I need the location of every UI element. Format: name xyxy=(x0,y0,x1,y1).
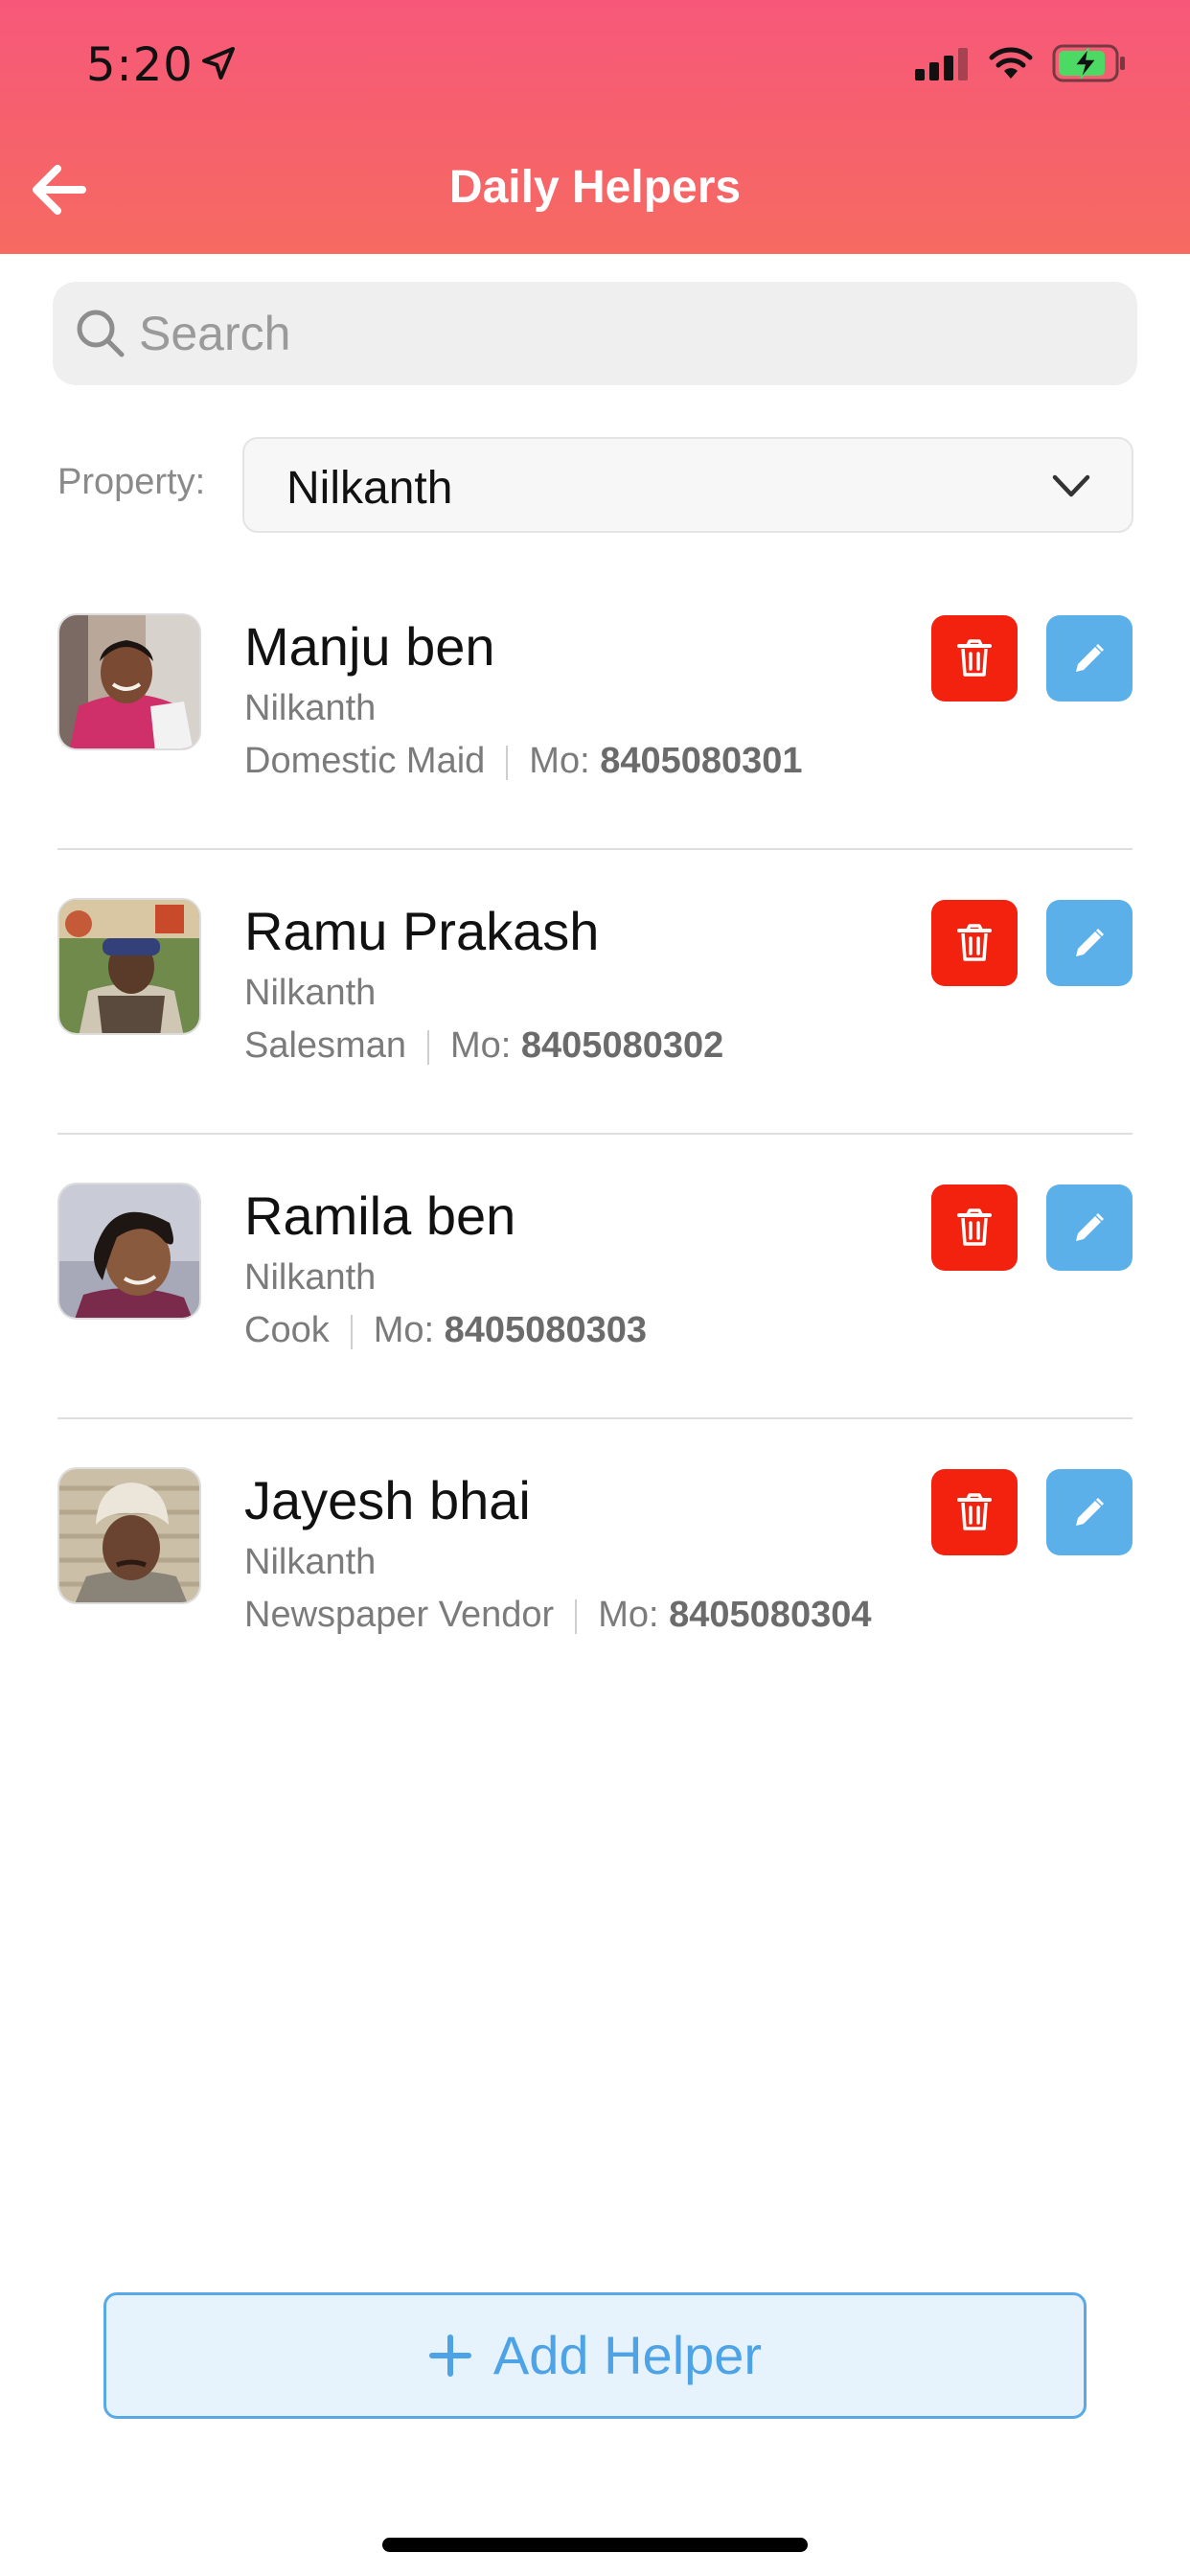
helper-meta: Domestic Maid Mo: 8405080301 xyxy=(244,741,803,782)
mobile-number: 8405080304 xyxy=(669,1595,872,1635)
edit-button[interactable] xyxy=(1046,615,1133,702)
property-selected-value: Nilkanth xyxy=(286,463,453,514)
mobile-label: Mo: xyxy=(373,1310,435,1350)
status-time: 5:20 xyxy=(86,38,194,92)
meta-divider xyxy=(350,1314,353,1349)
pencil-icon xyxy=(1076,929,1104,956)
mobile-number: 8405080302 xyxy=(520,1025,724,1066)
avatar xyxy=(57,1467,201,1604)
header-bar: 5:20 Daily Helpers xyxy=(0,0,1190,254)
helper-property: Nilkanth xyxy=(244,688,377,728)
mobile-number: 8405080301 xyxy=(600,741,803,781)
mobile-label: Mo: xyxy=(529,741,590,781)
helper-role: Cook xyxy=(244,1310,330,1350)
pencil-icon xyxy=(1076,644,1104,672)
helper-role: Newspaper Vendor xyxy=(244,1595,555,1635)
pencil-icon xyxy=(1076,1498,1104,1526)
trash-icon xyxy=(957,924,992,961)
helper-property: Nilkanth xyxy=(244,1257,377,1298)
helper-property: Nilkanth xyxy=(244,973,377,1013)
list-item[interactable]: Manju ben Nilkanth Domestic Maid Mo: 8405… xyxy=(0,565,1190,850)
meta-divider xyxy=(575,1598,578,1634)
meta-divider xyxy=(426,1029,429,1065)
helper-property: Nilkanth xyxy=(244,1542,377,1582)
meta-divider xyxy=(506,745,509,780)
helper-name: Manju ben xyxy=(244,616,495,677)
home-indicator xyxy=(382,2538,808,2552)
edit-button[interactable] xyxy=(1046,1184,1133,1271)
delete-button[interactable] xyxy=(931,900,1018,986)
mobile-number: 8405080303 xyxy=(444,1310,647,1350)
avatar xyxy=(57,898,201,1035)
delete-button[interactable] xyxy=(931,1184,1018,1271)
edit-button[interactable] xyxy=(1046,900,1133,986)
battery-charging-icon xyxy=(1052,44,1125,82)
trash-icon xyxy=(957,1208,992,1246)
helper-role: Domestic Maid xyxy=(244,741,486,781)
avatar xyxy=(57,613,201,750)
screen: 5:20 Daily Helpers Search Property: Nilk… xyxy=(0,0,1190,2576)
helper-name: Ramila ben xyxy=(244,1185,516,1246)
helper-list: Manju ben Nilkanth Domestic Maid Mo: 8405… xyxy=(0,565,1190,1704)
helper-name: Ramu Prakash xyxy=(244,901,600,961)
avatar xyxy=(57,1183,201,1320)
mobile-label: Mo: xyxy=(449,1025,512,1066)
search-bar[interactable] xyxy=(53,282,1137,385)
helper-meta: Cook Mo: 8405080303 xyxy=(244,1310,647,1351)
search-input[interactable] xyxy=(139,282,1116,385)
search-icon xyxy=(77,310,125,357)
wifi-icon xyxy=(989,47,1033,79)
mobile-label: Mo: xyxy=(598,1595,659,1635)
trash-icon xyxy=(957,639,992,677)
property-dropdown[interactable]: Nilkanth xyxy=(242,437,1133,533)
list-item[interactable]: Ramu Prakash Nilkanth Salesman Mo: 840508… xyxy=(0,850,1190,1135)
pencil-icon xyxy=(1076,1213,1104,1241)
helper-name: Jayesh bhai xyxy=(244,1470,531,1530)
page-title: Daily Helpers xyxy=(448,162,742,213)
list-item[interactable]: Ramila ben Nilkanth Cook Mo: 8405080303 xyxy=(0,1135,1190,1419)
add-helper-button[interactable]: Add Helper xyxy=(103,2292,1087,2419)
signal-icon xyxy=(915,48,968,80)
list-item[interactable]: Jayesh bhai Nilkanth Newspaper Vendor Mo:… xyxy=(0,1419,1190,1704)
trash-icon xyxy=(957,1493,992,1530)
delete-button[interactable] xyxy=(931,1469,1018,1555)
edit-button[interactable] xyxy=(1046,1469,1133,1555)
helper-meta: Salesman Mo: 8405080302 xyxy=(244,1025,723,1067)
location-arrow-icon xyxy=(202,47,235,80)
delete-button[interactable] xyxy=(931,615,1018,702)
chevron-down-icon xyxy=(1052,474,1090,497)
helper-role: Salesman xyxy=(244,1025,406,1066)
add-helper-label: Add Helper xyxy=(492,2325,763,2385)
property-label: Property: xyxy=(57,462,206,502)
plus-icon xyxy=(428,2334,471,2377)
helper-meta: Newspaper Vendor Mo: 8405080304 xyxy=(244,1595,871,1636)
